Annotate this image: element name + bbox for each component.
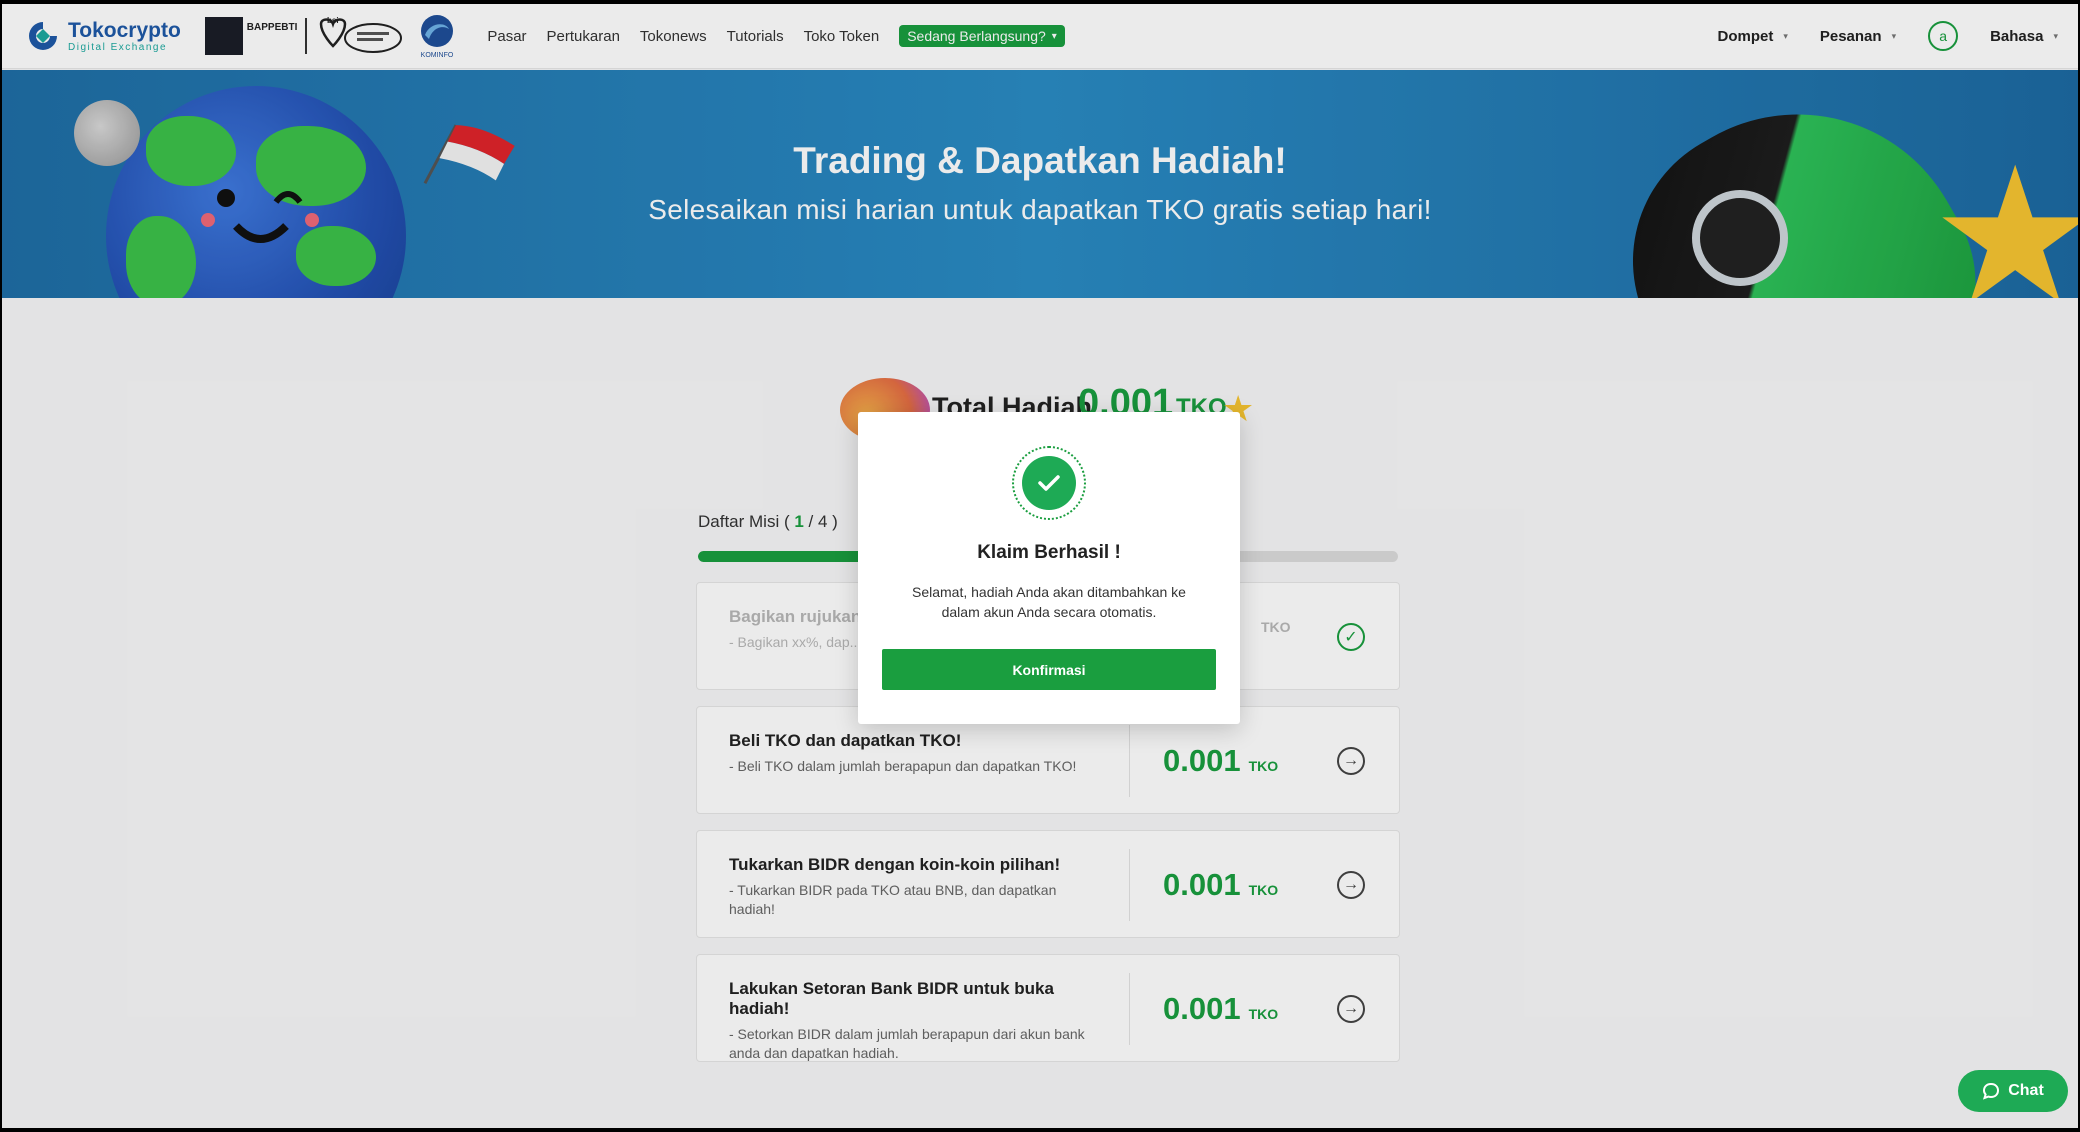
confirm-button[interactable]: Konfirmasi [882, 649, 1216, 690]
success-badge [1012, 446, 1086, 520]
modal-message: Selamat, hadiah Anda akan ditambahkan ke… [912, 584, 1186, 620]
chat-label: Chat [2008, 1082, 2044, 1099]
chat-button[interactable]: Chat [1958, 1070, 2068, 1112]
claim-success-modal: Klaim Berhasil ! Selamat, hadiah Anda ak… [858, 412, 1240, 724]
page: Tokocrypto Digital Exchange BAPPEBTI bsi [2, 4, 2078, 1128]
checkmark-icon [1022, 456, 1076, 510]
chat-bubble-icon [1983, 1082, 2000, 1100]
modal-title: Klaim Berhasil ! [977, 542, 1121, 563]
